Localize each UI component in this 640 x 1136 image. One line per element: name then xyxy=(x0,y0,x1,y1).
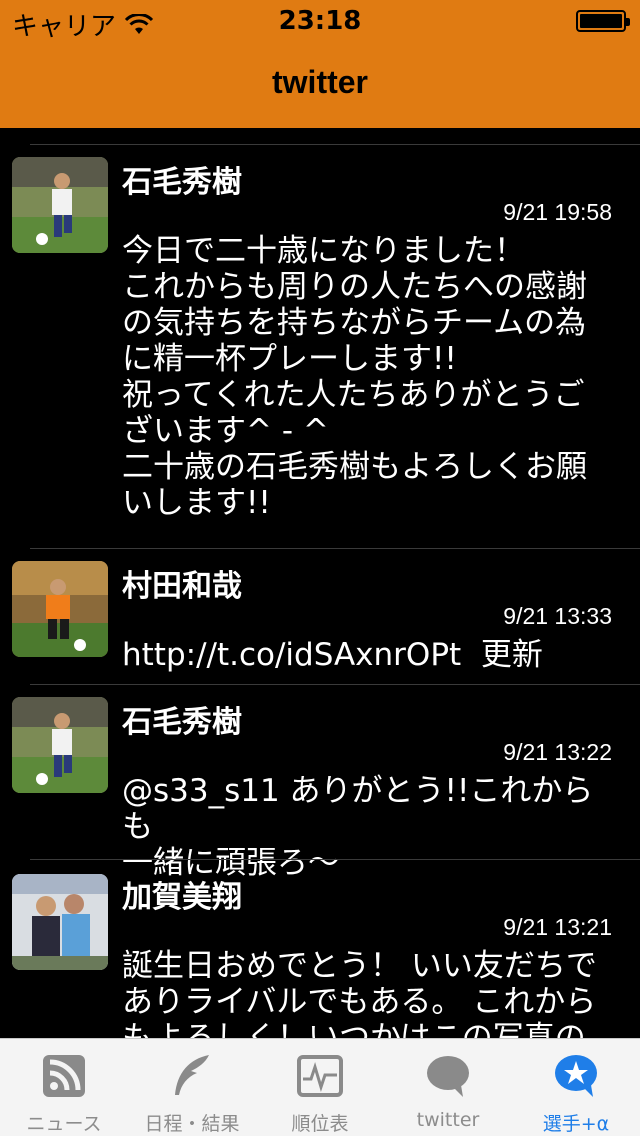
status-time: 23:18 xyxy=(278,6,362,36)
tab-label: 日程・結果 xyxy=(144,1113,240,1135)
tab-bar: ニュース 日程・結果 順位表 twitter 選手+α xyxy=(0,1038,640,1136)
tweet-list[interactable]: 石毛秀樹 9/21 19:58 今日で二十歳になりました！ これからも周りの人た… xyxy=(0,128,640,1038)
navigation-bar: キャリア 23:18 twitter xyxy=(0,0,640,128)
star-bubble-icon xyxy=(555,1055,597,1097)
tweet-author: 村田和哉 xyxy=(122,569,242,604)
tab-label: twitter xyxy=(416,1109,480,1131)
battery-icon xyxy=(576,10,630,32)
tweet-text: http://t.co/idSAxnrOPt 更新 xyxy=(122,637,543,673)
avatar[interactable] xyxy=(12,697,108,793)
tab-news[interactable]: ニュース xyxy=(0,1039,128,1136)
rss-icon xyxy=(43,1055,85,1097)
status-bar: キャリア 23:18 xyxy=(0,0,640,42)
tweet-timestamp: 9/21 13:21 xyxy=(503,914,612,940)
tweet-timestamp: 9/21 13:22 xyxy=(503,739,612,765)
tweet-timestamp: 9/21 19:58 xyxy=(503,199,612,225)
pulse-chart-icon xyxy=(297,1055,343,1097)
speech-bubble-icon xyxy=(427,1056,469,1097)
avatar[interactable] xyxy=(12,874,108,970)
tab-label: ニュース xyxy=(26,1113,102,1135)
tweet-author: 加賀美翔 xyxy=(122,880,242,915)
tweet-row[interactable]: 石毛秀樹 9/21 19:58 今日で二十歳になりました！ これからも周りの人た… xyxy=(0,145,640,548)
avatar[interactable] xyxy=(12,561,108,657)
tweet-timestamp: 9/21 13:33 xyxy=(503,603,612,629)
avatar[interactable] xyxy=(12,157,108,253)
tweet-author: 石毛秀樹 xyxy=(122,165,242,200)
tab-players[interactable]: 選手+α xyxy=(512,1039,640,1136)
tweet-text: 誕生日おめでとう！ いい友だちで ありライバルでもある。 これから もよろしく！… xyxy=(122,948,597,1038)
tweet-row[interactable]: 加賀美翔 9/21 13:21 誕生日おめでとう！ いい友だちで ありライバルで… xyxy=(0,860,640,1038)
tweet-row[interactable]: 村田和哉 9/21 13:33 http://t.co/idSAxnrOPt 更… xyxy=(0,549,640,684)
tweet-text: 今日で二十歳になりました！ これからも周りの人たちへの感謝 の気持ちを持ちながら… xyxy=(122,233,587,521)
tab-label: 選手+α xyxy=(542,1113,610,1135)
tweet-author: 石毛秀樹 xyxy=(122,705,242,740)
page-title: twitter xyxy=(272,64,368,100)
feather-icon xyxy=(175,1055,209,1095)
tab-label: 順位表 xyxy=(291,1113,349,1135)
tab-schedule[interactable]: 日程・結果 xyxy=(128,1039,256,1136)
tweet-row[interactable]: 石毛秀樹 9/21 13:22 @s33_s11 ありがとう!!これからも 一緒… xyxy=(0,685,640,881)
tab-standings[interactable]: 順位表 xyxy=(256,1039,384,1136)
tab-twitter[interactable]: twitter xyxy=(384,1039,512,1136)
